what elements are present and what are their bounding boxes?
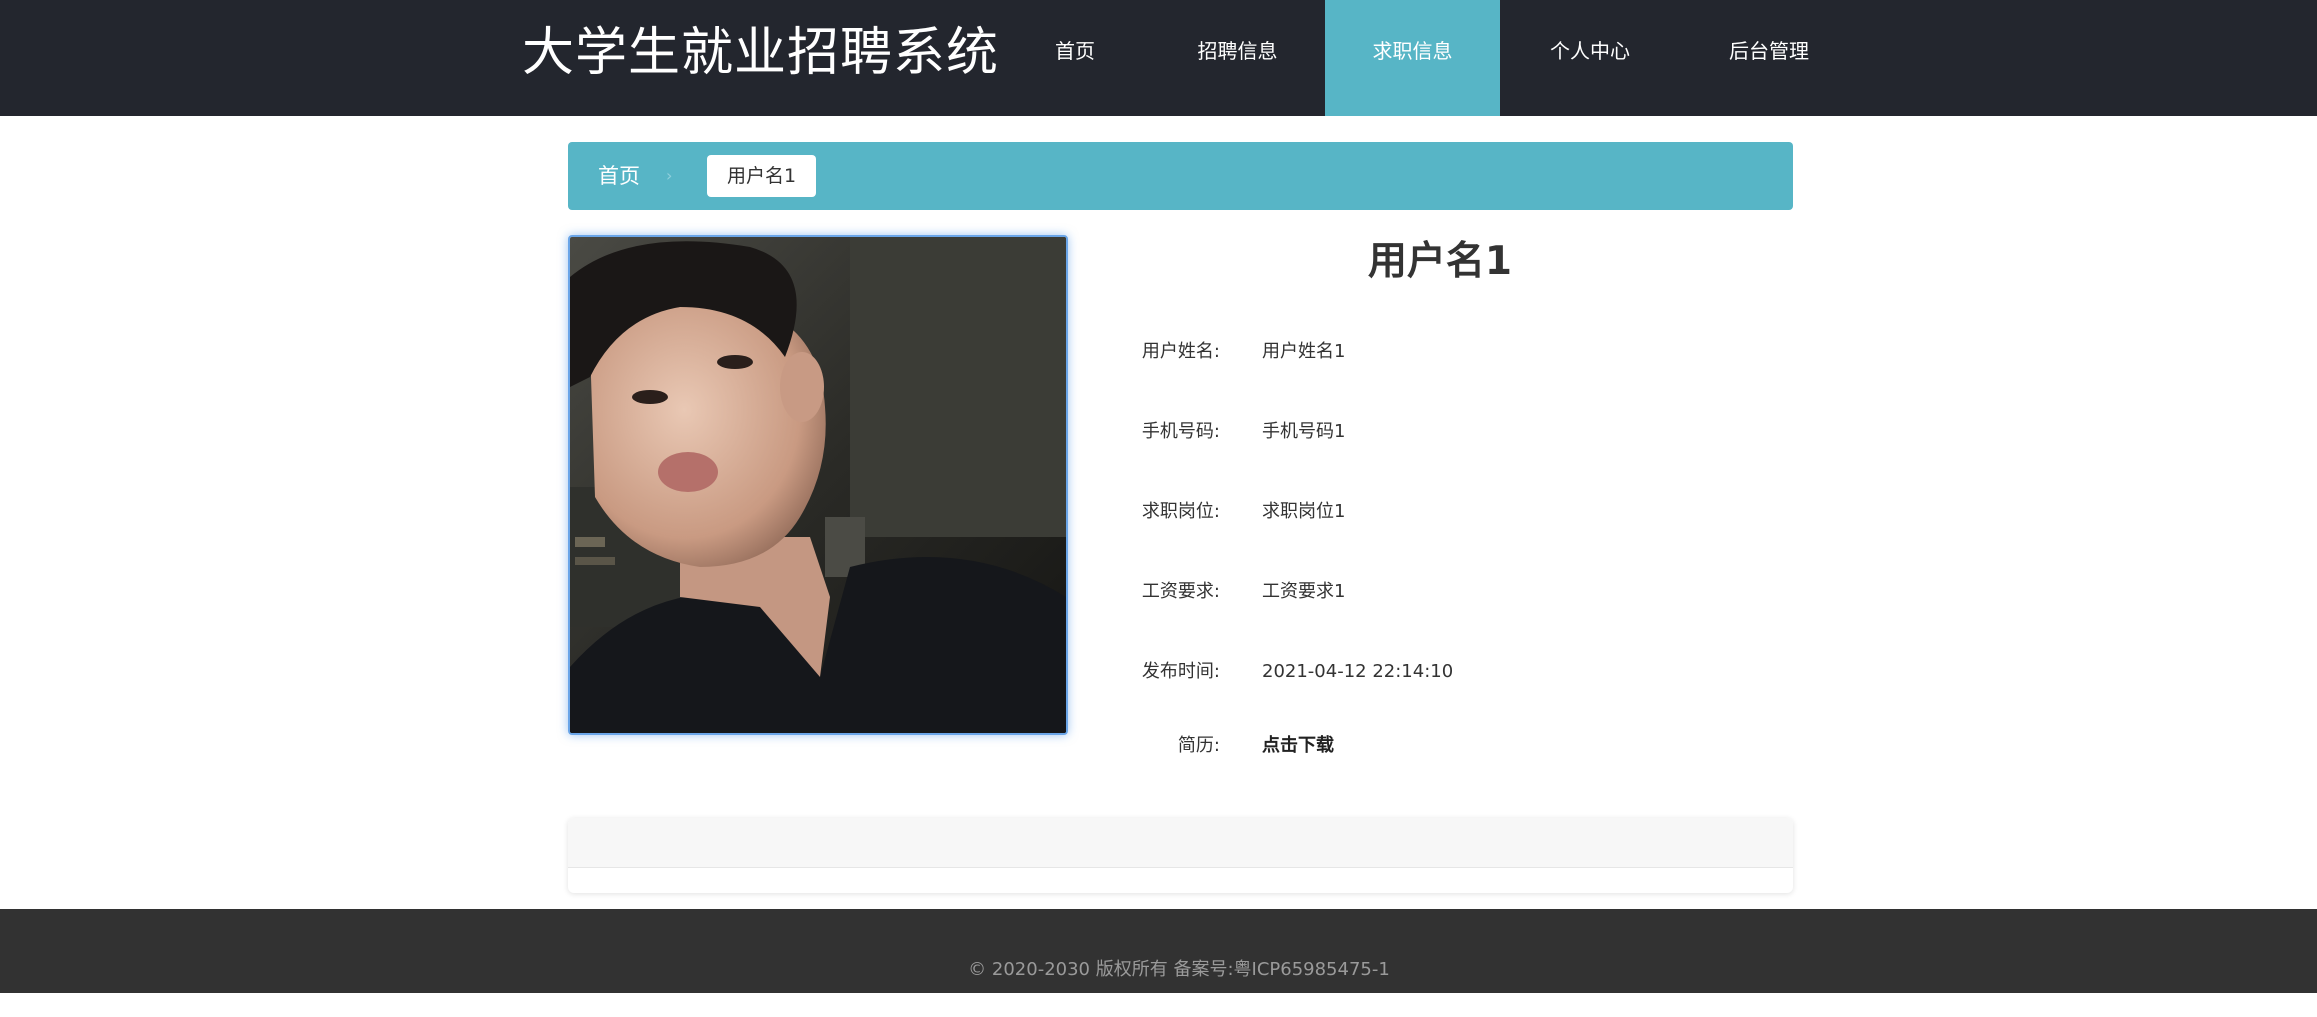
breadcrumb-home-link[interactable]: 首页 bbox=[598, 142, 640, 210]
breadcrumb: 首页 › 用户名1 bbox=[568, 142, 1793, 210]
top-nav-bar: 大学生就业招聘系统 首页 招聘信息 求职信息 个人中心 后台管理 bbox=[0, 0, 2317, 116]
nav-item-job-seekers[interactable]: 求职信息 bbox=[1325, 0, 1500, 116]
field-value-position: 求职岗位1 bbox=[1262, 501, 1346, 522]
field-value-name: 用户姓名1 bbox=[1262, 341, 1346, 362]
comment-card-header bbox=[568, 818, 1793, 868]
field-value-publish-time: 2021-04-12 22:14:10 bbox=[1262, 661, 1454, 682]
breadcrumb-separator-icon: › bbox=[666, 166, 673, 185]
field-label-resume: 简历: bbox=[1177, 735, 1220, 756]
field-label-phone: 手机号码: bbox=[1141, 421, 1220, 442]
resume-download-link[interactable]: 点击下载 bbox=[1262, 731, 1334, 761]
field-label-salary: 工资要求: bbox=[1141, 581, 1220, 602]
nav-item-home[interactable]: 首页 bbox=[1000, 0, 1150, 116]
field-label-position: 求职岗位: bbox=[1141, 501, 1220, 522]
profile-photo-image bbox=[570, 237, 1066, 733]
nav-item-job-postings[interactable]: 招聘信息 bbox=[1150, 0, 1325, 116]
nav-item-admin[interactable]: 后台管理 bbox=[1680, 0, 1858, 116]
breadcrumb-current: 用户名1 bbox=[707, 155, 817, 197]
field-label-name: 用户姓名: bbox=[1141, 341, 1220, 362]
nav-item-personal-center[interactable]: 个人中心 bbox=[1500, 0, 1680, 116]
site-title: 大学生就业招聘系统 bbox=[522, 23, 1000, 83]
footer: © 2020-2030 版权所有 备案号:粤ICP65985475-1 bbox=[0, 909, 2317, 993]
profile-title: 用户名1 bbox=[1367, 239, 1513, 284]
main-nav: 首页 招聘信息 求职信息 个人中心 后台管理 bbox=[1000, 0, 1858, 116]
field-label-publish-time: 发布时间: bbox=[1141, 661, 1220, 682]
footer-copyright: © 2020-2030 版权所有 备案号:粤ICP65985475-1 bbox=[968, 959, 1390, 980]
field-value-phone: 手机号码1 bbox=[1262, 421, 1346, 442]
field-value-salary: 工资要求1 bbox=[1262, 581, 1346, 602]
comment-card bbox=[568, 818, 1793, 893]
profile-photo bbox=[568, 235, 1068, 735]
